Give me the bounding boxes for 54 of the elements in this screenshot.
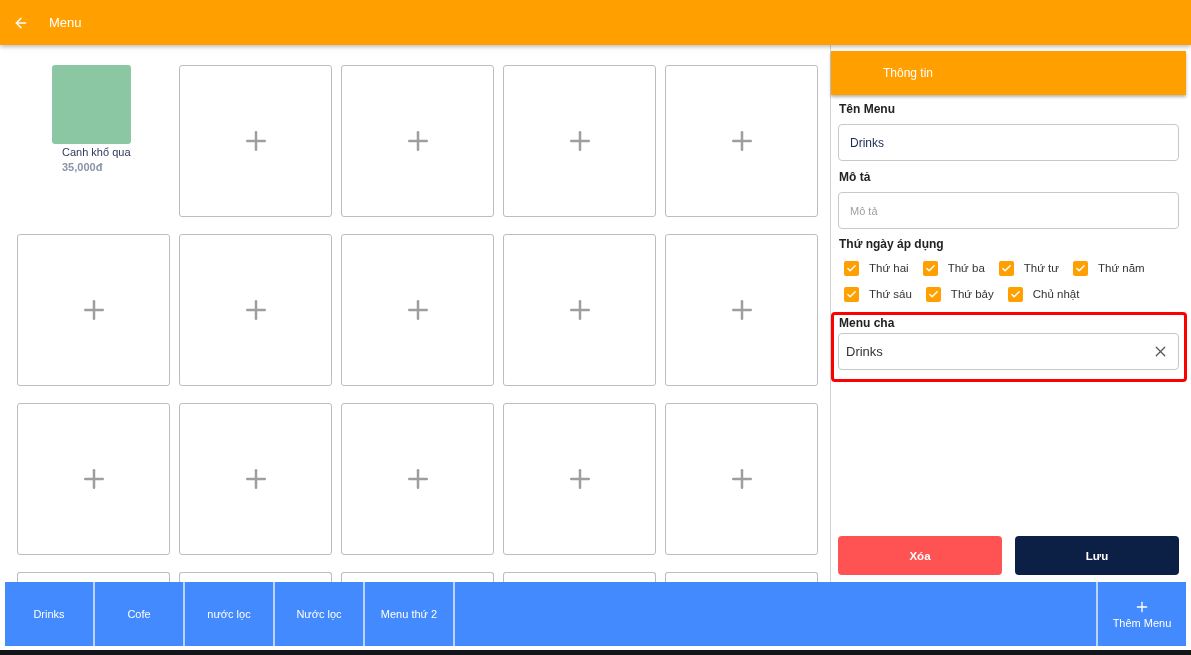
add-item-tile[interactable]	[503, 234, 656, 386]
text-input[interactable]: Mô tả	[838, 192, 1179, 229]
field-label: Thứ ngày áp dụng	[838, 236, 944, 252]
checkbox-label: Thứ bảy	[950, 288, 994, 300]
add-item-tile[interactable]	[179, 65, 332, 217]
page-title: Menu	[49, 15, 82, 30]
checkbox-label: Thứ ba	[947, 262, 985, 274]
checkbox[interactable]	[922, 260, 938, 276]
add-item-tile[interactable]	[503, 403, 656, 555]
panel-header: Thông tin	[831, 51, 1186, 95]
checkmark-icon	[927, 288, 939, 300]
plus-icon	[1134, 599, 1150, 615]
add-item-tile[interactable]	[665, 403, 818, 555]
delete-button[interactable]: Xóa	[838, 536, 1002, 575]
checkmark-icon	[846, 262, 857, 274]
text-input[interactable]: Drinks	[838, 124, 1179, 161]
save-button[interactable]: Lưu	[1015, 536, 1179, 575]
add-item-tile[interactable]	[179, 403, 332, 555]
checkbox[interactable]	[1007, 286, 1023, 302]
checkmark-icon	[846, 288, 857, 300]
checkbox[interactable]	[844, 260, 859, 276]
add-item-tile[interactable]	[17, 572, 170, 582]
add-item-tile[interactable]	[341, 403, 494, 555]
checkbox[interactable]	[1073, 260, 1088, 276]
checkbox[interactable]	[844, 286, 859, 302]
add-item-tile[interactable]	[665, 65, 818, 217]
add-item-tile[interactable]	[503, 572, 656, 582]
parent-menu-field[interactable]: Drinks	[838, 333, 1179, 370]
checkbox[interactable]	[998, 260, 1014, 276]
add-item-tile[interactable]	[179, 234, 332, 386]
checkbox-label: Thứ năm	[1098, 262, 1145, 274]
checkbox-label: Thứ hai	[869, 262, 909, 274]
add-item-tile[interactable]	[341, 572, 494, 582]
checkbox[interactable]	[925, 286, 941, 302]
add-item-tile[interactable]	[17, 234, 170, 386]
field-label: Mô tả	[838, 169, 871, 185]
item-price: 35,000đ	[62, 160, 104, 174]
add-item-tile[interactable]	[503, 65, 656, 217]
add-item-tile[interactable]	[341, 234, 494, 386]
checkmark-icon	[1075, 262, 1086, 274]
checkmark-icon	[924, 262, 936, 274]
checkbox-label: Thứ sáu	[869, 288, 912, 300]
item-name: Canh khổ qua	[62, 145, 132, 159]
checkmark-icon	[1000, 262, 1012, 274]
add-item-tile[interactable]	[17, 403, 170, 555]
field-label: Tên Menu	[838, 101, 895, 117]
field-label: Menu cha	[838, 315, 895, 331]
add-item-tile[interactable]	[665, 572, 818, 582]
checkmark-icon	[1009, 288, 1021, 300]
add-item-tile[interactable]	[179, 572, 332, 582]
add-item-tile[interactable]	[665, 234, 818, 386]
checkbox-label: Chủ nhật	[1032, 288, 1080, 300]
add-item-tile[interactable]	[341, 65, 494, 217]
checkbox-label: Thứ tư	[1023, 262, 1059, 274]
